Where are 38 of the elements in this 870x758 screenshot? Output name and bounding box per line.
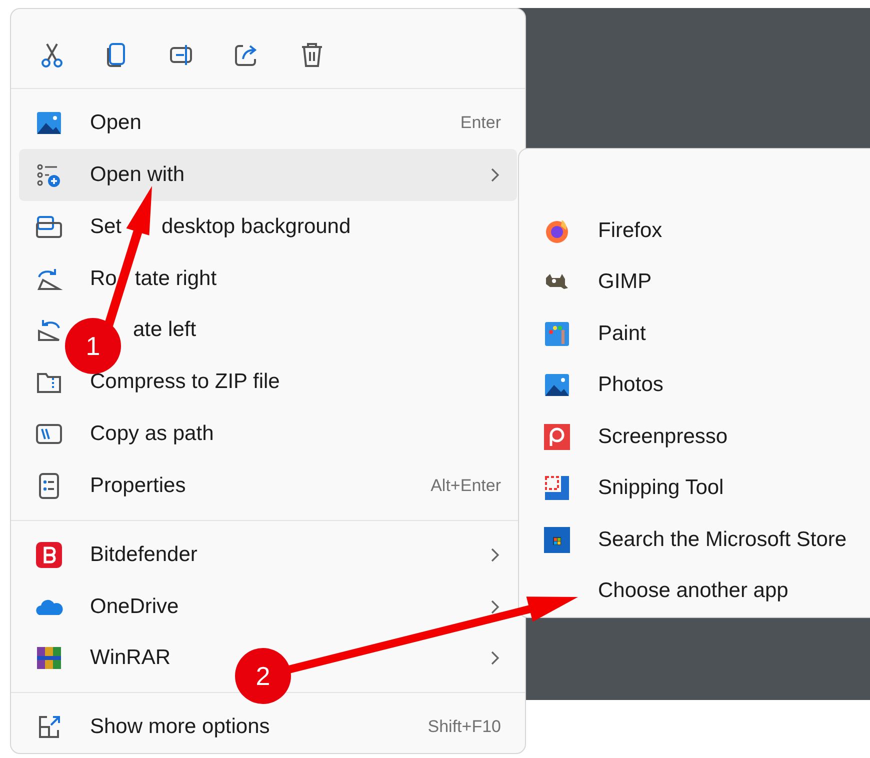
menu-item[interactable]: OneDrive	[90, 594, 179, 618]
snipping-icon	[543, 474, 571, 502]
app-name: GIMP	[598, 270, 653, 294]
step-number-marker: 1	[65, 318, 121, 374]
menu-item[interactable]: Show more options	[90, 715, 270, 740]
shortcut-text: Alt+Enter	[430, 476, 501, 496]
submenu-item[interactable]: Choose another app	[588, 565, 870, 617]
menu-item[interactable]: desktop background	[162, 214, 351, 239]
menu-item[interactable]: Open with	[90, 163, 185, 188]
menu-item[interactable]: WinRAR	[90, 646, 171, 670]
app-name: Search the Microsoft Store	[598, 528, 848, 552]
app-name: Paint	[598, 322, 647, 346]
menu-item[interactable]: tate right	[134, 266, 217, 291]
menu-item[interactable]: Ro	[90, 266, 117, 291]
menu-item[interactable]: ate left	[133, 318, 196, 342]
palette-icon	[543, 320, 571, 348]
app-name: Screenpresso	[598, 424, 729, 449]
app-name: Photos	[598, 373, 664, 398]
app-name: Snipping Tool	[598, 476, 725, 500]
shortcut-text: Shift+F10	[428, 717, 501, 738]
submenu-item[interactable]: Photos	[533, 359, 870, 411]
submenu-item[interactable]: Search the Microsoft Store	[533, 514, 870, 566]
app-name: Firefox	[598, 218, 664, 243]
menu-item[interactable]: Bitdefender	[90, 542, 198, 567]
step-number-marker: 2	[235, 648, 291, 704]
menu-item[interactable]: Set	[90, 214, 122, 239]
p-logo-icon	[543, 422, 571, 451]
shortcut-text: Enter	[460, 113, 501, 134]
submenu-item[interactable]: Screenpresso	[533, 410, 870, 462]
menu-item[interactable]: Properties	[90, 474, 186, 498]
menu-item[interactable]: Copy as path	[90, 422, 214, 446]
store-icon	[543, 526, 571, 554]
submenu-item[interactable]: Snipping Tool	[533, 462, 870, 514]
submenu-item[interactable]: GIMP	[533, 256, 870, 308]
menu-item[interactable]: Open	[90, 111, 142, 136]
submenu-item[interactable]: Paint	[533, 308, 870, 360]
b-logo-icon	[35, 540, 63, 569]
submenu-item[interactable]: Firefox	[533, 205, 870, 256]
